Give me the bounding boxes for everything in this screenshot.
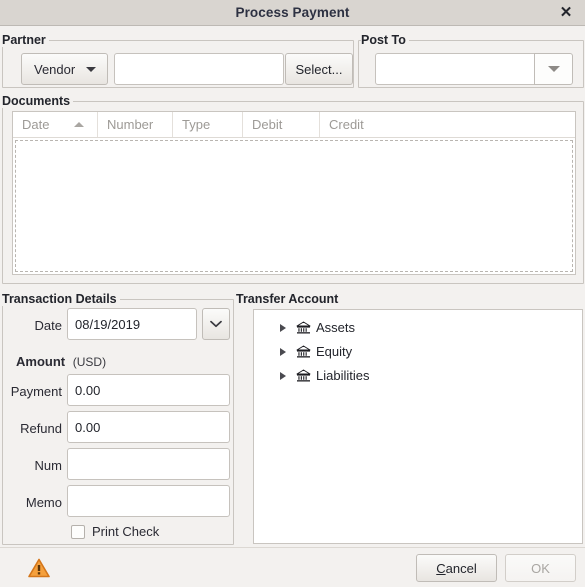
amount-currency: (USD) — [72, 355, 107, 369]
tree-node-liabilities-label: Liabilities — [316, 367, 370, 383]
chevron-down-icon — [86, 67, 96, 72]
transaction-details-group: Transaction Details Date Amount (USD) Pa… — [2, 292, 234, 545]
column-header-type-label: Type — [182, 117, 211, 132]
chevron-down-icon — [547, 66, 560, 72]
column-header-date[interactable]: Date — [13, 112, 98, 137]
print-check-checkbox-row[interactable]: Print Check — [71, 524, 159, 539]
column-header-type[interactable]: Type — [173, 112, 243, 137]
date-label: Date — [34, 318, 62, 333]
column-header-date-label: Date — [22, 117, 50, 132]
documents-table-header: Date Number Type Debit Credit — [13, 112, 575, 138]
documents-table-body[interactable] — [15, 140, 573, 272]
partner-group-title: Partner — [2, 33, 49, 47]
partner-select-label: Select... — [295, 61, 343, 77]
date-input[interactable] — [67, 308, 197, 340]
bank-icon — [296, 369, 311, 381]
column-header-credit-label: Credit — [329, 117, 364, 132]
warning-triangle-icon — [28, 558, 50, 578]
post-to-group-title: Post To — [361, 33, 409, 47]
dialog-titlebar: Process Payment ✕ — [0, 0, 585, 26]
ok-button[interactable]: OK — [505, 554, 576, 582]
payment-input[interactable] — [67, 374, 230, 406]
documents-table: Date Number Type Debit Credit — [12, 111, 576, 275]
num-label: Num — [34, 458, 62, 473]
dialog-title: Process Payment — [235, 5, 350, 20]
tree-node-assets-label: Assets — [316, 319, 356, 335]
refund-label: Refund — [20, 421, 62, 436]
partner-name-input[interactable] — [114, 53, 284, 85]
partner-type-value: Vendor — [34, 61, 76, 77]
cancel-button[interactable]: Cancel — [416, 554, 497, 582]
documents-group-title: Documents — [2, 94, 74, 108]
sort-ascending-icon — [74, 122, 84, 127]
column-header-number-label: Number — [107, 117, 154, 132]
tree-node-equity[interactable]: Equity — [254, 341, 582, 362]
column-header-debit-label: Debit — [252, 117, 283, 132]
chevron-right-icon[interactable] — [280, 348, 286, 356]
partner-group: Partner Vendor Select... — [2, 33, 354, 88]
partner-type-combobox[interactable]: Vendor — [21, 53, 108, 85]
num-input[interactable] — [67, 448, 230, 480]
cancel-rest: ancel — [445, 560, 477, 576]
post-to-dropdown-button[interactable] — [534, 53, 573, 85]
transaction-details-group-title: Transaction Details — [2, 292, 120, 306]
transfer-account-group: Transfer Account Assets Equity Liabiliti… — [236, 292, 584, 545]
amount-label: Amount — [16, 354, 66, 369]
payment-label: Payment — [10, 384, 62, 399]
tree-node-liabilities[interactable]: Liabilities — [254, 365, 582, 386]
bank-icon — [296, 321, 311, 333]
transfer-account-tree[interactable]: Assets Equity Liabilities — [253, 309, 583, 544]
post-to-group: Post To — [358, 33, 584, 88]
column-header-credit[interactable]: Credit — [320, 112, 575, 137]
tree-node-assets[interactable]: Assets — [254, 317, 582, 338]
cancel-button-label: Cancel — [436, 561, 476, 576]
close-icon[interactable]: ✕ — [555, 2, 577, 24]
dialog-footer: Cancel OK — [0, 548, 585, 587]
post-to-combobox[interactable] — [375, 53, 573, 85]
memo-input[interactable] — [67, 485, 230, 517]
cancel-mnemonic: C — [436, 560, 446, 576]
ok-button-label: OK — [531, 560, 550, 576]
tree-node-equity-label: Equity — [316, 343, 353, 359]
print-check-label: Print Check — [92, 524, 160, 539]
chevron-right-icon[interactable] — [280, 324, 286, 332]
chevron-right-icon[interactable] — [280, 372, 286, 380]
amount-heading: Amount (USD) — [16, 354, 106, 369]
column-header-number[interactable]: Number — [98, 112, 173, 137]
date-picker-button[interactable] — [202, 308, 230, 340]
chevron-down-icon — [210, 320, 222, 328]
column-header-debit[interactable]: Debit — [243, 112, 320, 137]
refund-input[interactable] — [67, 411, 230, 443]
print-check-checkbox[interactable] — [71, 524, 85, 539]
documents-group: Documents Date Number Type Debit Credit — [2, 94, 584, 284]
partner-select-button[interactable]: Select... — [285, 53, 353, 85]
memo-label: Memo — [25, 495, 62, 510]
transfer-account-group-title: Transfer Account — [236, 292, 342, 306]
post-to-input[interactable] — [375, 53, 535, 85]
bank-icon — [296, 345, 311, 357]
